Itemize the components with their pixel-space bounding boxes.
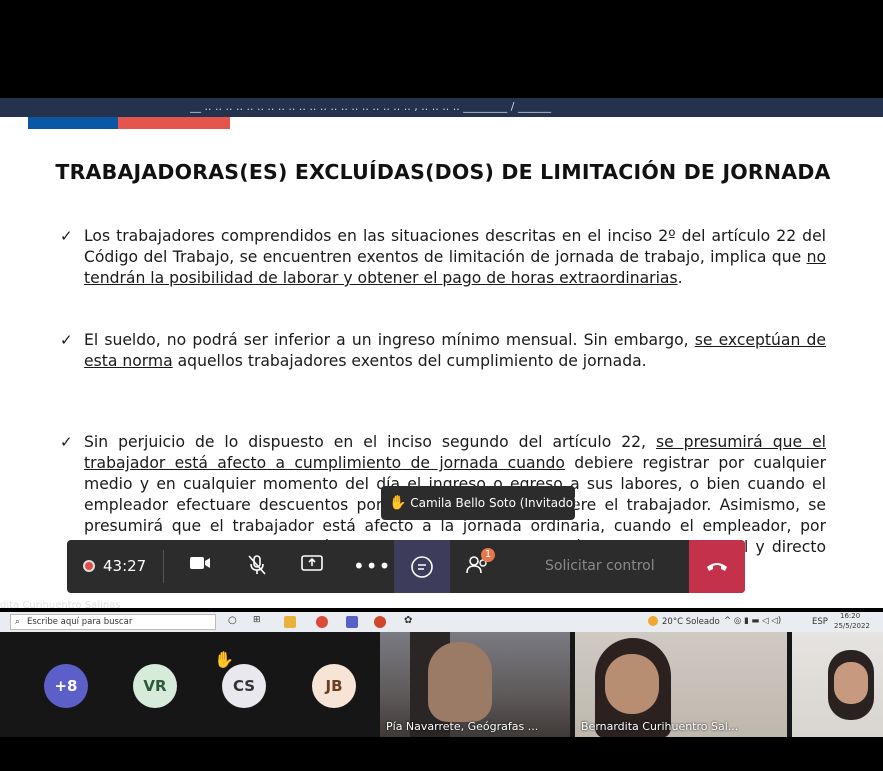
taskbar-search-input[interactable]: ⌕ Escribe aquí para buscar <box>10 614 216 630</box>
slide-header-text: __ .. .. .. .. .. .. .. .. .. .. .. .. .… <box>190 100 551 113</box>
participant-video-tile[interactable]: Bernardita Curihuentro Sal... <box>575 632 787 737</box>
slide-header-bar: __ .. .. .. .. .. .. .. .. .. .. .. .. .… <box>0 98 883 117</box>
participant-avatar[interactable]: CS <box>222 664 266 708</box>
chat-icon <box>411 556 433 578</box>
flag-stripe-red <box>118 117 230 129</box>
tray-icons[interactable]: ^ ◎ ▮ ▬ ◁ ◁) <box>724 616 781 626</box>
tile-name: Bernardita Curihuentro Sal... <box>581 720 739 733</box>
raised-hand-icon: ✋ <box>214 650 234 669</box>
more-actions-button[interactable]: ••• <box>353 554 390 578</box>
chat-button[interactable] <box>394 540 450 593</box>
share-screen-button[interactable] <box>297 554 327 578</box>
recording-icon <box>83 560 95 572</box>
windows-taskbar: ⌕ Escribe aquí para buscar ○ ⊞ ✿ 20°C So… <box>0 612 883 632</box>
participant-avatar[interactable]: JB <box>312 664 356 708</box>
meeting-timer: 43:27 <box>103 557 147 575</box>
bullet-item: ✓ El sueldo, no podrá ser inferior a un … <box>60 331 826 370</box>
overflow-participants-button[interactable]: +8 <box>44 664 88 708</box>
checkmark-icon: ✓ <box>60 331 73 349</box>
share-tray-icon <box>301 555 323 571</box>
settings-icon[interactable]: ✿ <box>404 615 412 626</box>
task-view-icon[interactable]: ○ <box>228 615 237 626</box>
camera-icon <box>190 557 210 569</box>
more-icon: ••• <box>353 554 392 578</box>
participants-badge: 1 <box>481 548 495 562</box>
shared-slide: __ .. .. .. .. .. .. .. .. .. .. .. .. .… <box>0 98 883 608</box>
sun-icon <box>648 616 658 626</box>
participant-video-tile[interactable] <box>792 632 883 737</box>
weather-text: 20°C Soleado <box>662 617 720 627</box>
teams-icon[interactable] <box>346 616 358 628</box>
search-icon: ⌕ <box>15 617 20 627</box>
raised-hand-icon: ✋ <box>389 495 407 511</box>
request-control-button[interactable]: Solicitar control <box>545 554 655 578</box>
meeting-toolbar: 43:27 ••• 1 Solicitar control <box>67 540 745 593</box>
slide-title: TRABAJADORAS(ES) EXCLUÍDAS(DOS) DE LIMIT… <box>55 160 831 184</box>
raised-hand-tooltip: ✋ Camila Bello Soto (Invitado) <box>381 486 578 520</box>
chrome-icon[interactable] <box>316 616 328 628</box>
mic-toggle-button[interactable] <box>242 554 272 578</box>
bullet-item: ✓ Los trabajadores comprendidos en las s… <box>60 227 826 287</box>
participant-face <box>428 642 492 722</box>
participant-face <box>605 654 659 714</box>
participants-strip: +8 VR CS ✋ JB Pía Navarrete, Geógrafas .… <box>0 632 883 737</box>
file-explorer-icon[interactable] <box>284 616 296 628</box>
toolbar-divider <box>163 550 164 583</box>
participant-video-tile[interactable]: Pía Navarrete, Geógrafas ... <box>380 632 570 737</box>
checkmark-icon: ✓ <box>60 227 73 245</box>
camera-toggle-button[interactable] <box>185 554 215 578</box>
leave-call-button[interactable] <box>689 540 745 593</box>
flag-stripe-blue <box>28 117 118 129</box>
language-indicator[interactable]: ESP <box>812 617 828 627</box>
widgets-icon[interactable]: ⊞ <box>253 615 261 625</box>
clock-time: 16:20 <box>840 612 861 620</box>
clock-date: 25/5/2022 <box>834 622 870 630</box>
tile-name: Pía Navarrete, Geógrafas ... <box>386 720 539 733</box>
powerpoint-icon[interactable] <box>374 616 386 628</box>
participant-face <box>834 662 868 704</box>
mic-off-icon <box>248 555 266 575</box>
hang-up-icon <box>707 563 727 571</box>
participant-avatar[interactable]: VR <box>133 664 177 708</box>
checkmark-icon: ✓ <box>60 433 73 451</box>
